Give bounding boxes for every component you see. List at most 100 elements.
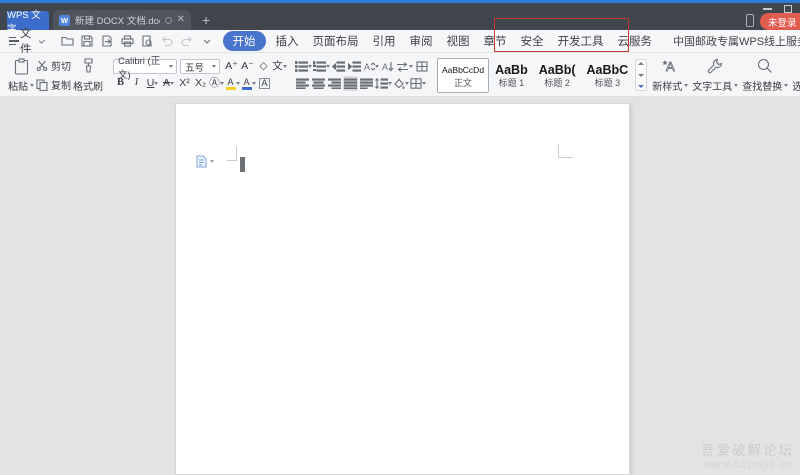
style-heading2[interactable]: AaBb( 标题 2: [534, 58, 581, 93]
scroll-up-icon[interactable]: [638, 62, 644, 65]
character-scale-button[interactable]: A: [363, 59, 379, 74]
dropdown-arrow: [409, 65, 413, 68]
style-label: 正文: [454, 78, 472, 89]
wrench-icon: [707, 58, 723, 74]
format-painter-button[interactable]: 格式刷: [71, 56, 105, 94]
justify-button[interactable]: [343, 76, 358, 91]
style-heading1[interactable]: AaBb 标题 1: [490, 58, 533, 93]
cut-button[interactable]: 剪切: [36, 58, 71, 73]
character-border-button[interactable]: A: [257, 76, 272, 91]
more-commands-icon[interactable]: [199, 33, 216, 50]
tab-insert[interactable]: 插入: [270, 31, 305, 51]
undo-icon[interactable]: [159, 33, 176, 50]
text-tools-button[interactable]: 文字工具: [690, 56, 740, 94]
tab-home[interactable]: 开始: [223, 31, 266, 51]
gallery-scroll-arrows[interactable]: [635, 59, 647, 91]
align-left-button[interactable]: [295, 76, 310, 91]
font-color-glyph: A: [243, 78, 249, 87]
save-icon[interactable]: [79, 33, 96, 50]
tab-security[interactable]: 安全: [515, 31, 550, 51]
scroll-down-icon[interactable]: [638, 74, 644, 77]
find-replace-button[interactable]: 查找替换: [740, 56, 790, 94]
font-size-select[interactable]: 五号: [180, 59, 220, 74]
new-tab-button[interactable]: +: [202, 12, 210, 28]
document-tab[interactable]: W 新建 DOCX 文档.docx ✕: [53, 10, 191, 30]
clear-format-button[interactable]: ◇: [256, 59, 271, 74]
clipboard-icon: [14, 58, 29, 75]
login-button[interactable]: 未登录: [760, 13, 800, 30]
line-spacing-button[interactable]: [375, 76, 392, 91]
highlight-color-button[interactable]: A: [225, 76, 240, 91]
style-label: 标题 2: [544, 78, 570, 89]
dropdown-arrow: [252, 82, 256, 85]
print-icon[interactable]: [119, 33, 136, 50]
tab-developer[interactable]: 开发工具: [552, 31, 610, 51]
sort-button[interactable]: A: [380, 59, 395, 74]
style-heading3[interactable]: AaBbC 标题 3: [582, 58, 634, 93]
dropdown-arrow: [422, 82, 426, 85]
margin-cropmark-left: [227, 146, 237, 161]
superscript-button[interactable]: X²: [177, 76, 192, 91]
paragraph-group: A A: [295, 56, 429, 94]
new-style-button[interactable]: A 新样式: [650, 56, 690, 94]
font-size-value: 五号: [185, 60, 204, 74]
tab-view[interactable]: 视图: [441, 31, 476, 51]
shrink-font-button[interactable]: A⁻: [240, 59, 255, 74]
table-grid-button[interactable]: [414, 59, 429, 74]
tab-review[interactable]: 审阅: [404, 31, 439, 51]
new-style-icon: A: [661, 58, 679, 74]
borders-button[interactable]: [410, 76, 426, 91]
dropdown-arrow: [212, 65, 216, 68]
bold-button[interactable]: B: [113, 76, 128, 91]
decrease-indent-button[interactable]: [331, 59, 346, 74]
align-right-button[interactable]: [327, 76, 342, 91]
asian-layout-button[interactable]: [396, 59, 413, 74]
shading-button[interactable]: [393, 76, 409, 91]
strikethrough-button[interactable]: A: [161, 76, 176, 91]
italic-button[interactable]: I: [129, 76, 144, 91]
maximize-icon[interactable]: [784, 5, 792, 13]
increase-indent-button[interactable]: [347, 59, 362, 74]
style-label: 标题 3: [595, 78, 621, 89]
redo-icon[interactable]: [179, 33, 196, 50]
promo-link[interactable]: 中国邮政专属WPS线上服务通道: [673, 33, 800, 49]
tab-section[interactable]: 章节: [478, 31, 513, 51]
font-family-select[interactable]: Calibri (正文): [113, 59, 177, 74]
pinyin-guide-button[interactable]: 文: [272, 59, 287, 74]
circled-character-button[interactable]: Ⓐ: [209, 76, 224, 91]
document-area[interactable]: 吾爱破解论坛 www.52pojie.cn: [0, 97, 800, 475]
print-preview-icon[interactable]: [139, 33, 156, 50]
export-pdf-icon[interactable]: [99, 33, 116, 50]
numbered-list-button[interactable]: [313, 59, 330, 74]
open-folder-icon[interactable]: [59, 33, 76, 50]
bullet-list-button[interactable]: [295, 59, 312, 74]
font-color-button[interactable]: A: [241, 76, 256, 91]
tab-pin-icon[interactable]: [165, 17, 172, 24]
paste-options-button[interactable]: [196, 155, 214, 168]
document-tab-title: 新建 DOCX 文档.docx: [75, 13, 160, 27]
style-preview: AaBb: [495, 63, 528, 78]
menubar: 文件 开始 插入 页面布局 引用 审阅 视图 章节 安全 开发工具 云服务 中国…: [0, 30, 800, 53]
style-normal[interactable]: AaBbCcDd 正文: [437, 58, 489, 93]
distribute-button[interactable]: [359, 76, 374, 91]
svg-text:A: A: [382, 62, 388, 72]
tab-page-layout[interactable]: 页面布局: [307, 31, 365, 51]
minimize-icon[interactable]: [763, 8, 772, 10]
copy-button[interactable]: 复制: [36, 77, 71, 92]
paste-button[interactable]: 粘贴: [6, 56, 36, 94]
ribbon: 粘贴 剪切 复制 格式刷 Calibri (: [0, 53, 800, 97]
expand-gallery-icon[interactable]: [638, 85, 644, 88]
new-style-label: 新样式: [652, 78, 682, 93]
align-center-button[interactable]: [311, 76, 326, 91]
tab-cloud-service[interactable]: 云服务: [612, 31, 659, 51]
underline-button[interactable]: U: [145, 76, 160, 91]
subscript-button[interactable]: X₂: [193, 76, 208, 91]
grow-font-button[interactable]: A⁺: [224, 59, 239, 74]
tab-close-icon[interactable]: ✕: [177, 15, 185, 25]
strikethrough-glyph: A: [163, 78, 170, 89]
style-preview: AaBbCcDd: [442, 63, 484, 78]
mobile-device-icon[interactable]: [746, 14, 754, 27]
tab-references[interactable]: 引用: [367, 31, 402, 51]
select-button[interactable]: 选择: [790, 56, 800, 94]
paintbrush-icon: [81, 58, 96, 74]
